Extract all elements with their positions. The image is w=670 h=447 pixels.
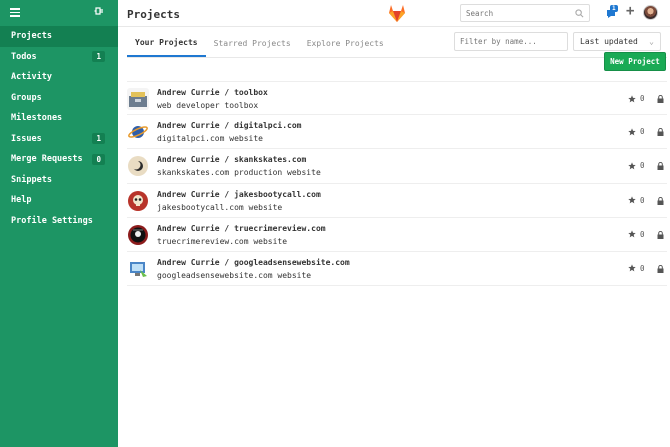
project-list: Andrew Currie / toolbox web developer too…	[127, 81, 667, 287]
star-icon	[628, 264, 636, 272]
project-row[interactable]: Andrew Currie / googleadsensewebsite.com…	[127, 252, 667, 287]
star-icon	[628, 230, 636, 238]
gitlab-logo-icon[interactable]	[386, 2, 408, 24]
sidebar-item-milestones[interactable]: Milestones	[0, 108, 118, 129]
sidebar-item-label: Issues	[11, 133, 42, 144]
project-name-link[interactable]: Andrew Currie / truecrimereview.com	[157, 224, 326, 233]
project-description: web developer toolbox	[157, 101, 259, 110]
sidebar-item-label: Help	[11, 195, 32, 206]
private-lock-icon	[657, 264, 664, 273]
pin-icon[interactable]	[94, 6, 104, 19]
plus-icon[interactable]: +	[626, 3, 634, 19]
chevron-down-icon: ⌄	[649, 37, 654, 46]
sidebar-item-todos[interactable]: Todos 1	[0, 47, 118, 68]
star-count: 0	[628, 94, 645, 103]
project-tabs: Your Projects Starred Projects Explore Pro…	[127, 30, 392, 58]
private-lock-icon	[657, 128, 664, 137]
star-count-value: 0	[640, 229, 645, 239]
star-count: 0	[628, 230, 645, 239]
star-count: 0	[628, 127, 645, 136]
skull-icon[interactable]	[127, 189, 149, 212]
project-description: jakesbootycall.com website	[157, 202, 283, 212]
detective-icon[interactable]	[127, 223, 149, 246]
sidebar-item-label: Activity	[11, 72, 52, 83]
sidebar-item-label: Todos	[11, 51, 37, 62]
sidebar-count-badge: 1	[92, 133, 105, 145]
search-input[interactable]	[466, 8, 566, 18]
search-box[interactable]	[460, 4, 590, 22]
tabs-divider	[127, 57, 667, 58]
project-name-link[interactable]: Andrew Currie / skankskates.com	[157, 155, 306, 164]
tab-starred-projects[interactable]: Starred Projects	[206, 30, 299, 57]
user-avatar[interactable]	[643, 5, 658, 20]
sidebar-item-groups[interactable]: Groups	[0, 88, 118, 109]
sidebar-item-projects[interactable]: Projects	[0, 26, 118, 47]
project-row[interactable]: Andrew Currie / toolbox web developer too…	[127, 81, 667, 116]
star-count: 0	[628, 161, 645, 170]
notification-count-badge: 1	[610, 5, 618, 12]
star-icon	[628, 196, 636, 204]
sidebar-item-issues[interactable]: Issues 1	[0, 129, 118, 150]
sidebar-nav: Projects Todos 1 Activity Groups Milestones Is…	[0, 26, 118, 231]
star-count-value: 0	[640, 263, 645, 273]
sidebar-item-activity[interactable]: Activity	[0, 67, 118, 88]
star-icon	[628, 162, 636, 170]
star-count-value: 0	[640, 127, 645, 137]
project-row[interactable]: Andrew Currie / digitalpci.com digitalpci…	[127, 115, 667, 150]
star-count-value: 0	[640, 94, 645, 103]
project-name-link[interactable]: Andrew Currie / jakesbootycall.com	[157, 190, 321, 199]
sidebar-item-label: Projects	[11, 31, 52, 42]
project-row[interactable]: Andrew Currie / skankskates.com skankskat…	[127, 149, 667, 184]
sidebar-item-label: Merge Requests	[11, 154, 83, 165]
project-description: digitalpci.com website	[157, 134, 263, 144]
project-name-link[interactable]: Andrew Currie / digitalpci.com	[157, 121, 302, 130]
project-row[interactable]: Andrew Currie / jakesbootycall.com jakesb…	[127, 184, 667, 218]
project-description: truecrimereview.com website	[157, 236, 288, 246]
page-title: Projects	[127, 8, 180, 21]
star-count-value: 0	[640, 161, 645, 171]
sidebar-item-label: Groups	[11, 92, 42, 103]
sidebar: Projects Todos 1 Activity Groups Milestones Is…	[0, 0, 118, 447]
project-description: skankskates.com production website	[157, 168, 321, 178]
sort-dropdown[interactable]: Last updated ⌄	[573, 32, 661, 51]
sidebar-top	[0, 0, 118, 26]
private-lock-icon	[657, 94, 664, 103]
star-count: 0	[628, 196, 645, 205]
toolbox-icon[interactable]	[127, 88, 149, 110]
tab-your-projects[interactable]: Your Projects	[127, 30, 206, 57]
star-icon	[628, 94, 636, 102]
sidebar-item-merge-requests[interactable]: Merge Requests 0	[0, 149, 118, 170]
sidebar-item-help[interactable]: Help	[0, 190, 118, 211]
project-name-link[interactable]: Andrew Currie / toolbox	[157, 88, 268, 97]
private-lock-icon	[657, 230, 664, 239]
sidebar-count-badge: 0	[92, 153, 105, 165]
planet-icon[interactable]	[127, 121, 149, 144]
monitor-icon[interactable]	[127, 257, 149, 280]
sidebar-item-label: Milestones	[11, 113, 63, 124]
star-icon	[628, 128, 636, 136]
search-icon	[575, 8, 584, 17]
project-description: googleadsensewebsite.com website	[157, 270, 312, 280]
sort-selected-label: Last updated	[580, 37, 638, 46]
project-name-link[interactable]: Andrew Currie / googleadsensewebsite.com	[157, 258, 350, 267]
moon-icon[interactable]	[127, 155, 149, 178]
tab-explore-projects[interactable]: Explore Projects	[299, 30, 392, 57]
filter-by-name-input[interactable]	[454, 32, 568, 51]
sidebar-count-badge: 1	[92, 51, 105, 63]
new-project-button[interactable]: New Project	[604, 52, 666, 71]
sidebar-item-label: Profile Settings	[11, 215, 93, 226]
star-count-value: 0	[640, 195, 645, 205]
private-lock-icon	[657, 162, 664, 171]
star-count: 0	[628, 264, 645, 273]
sidebar-item-label: Snippets	[11, 174, 52, 185]
private-lock-icon	[657, 196, 664, 205]
top-header: Projects 1 +	[118, 0, 670, 27]
sidebar-item-profile-settings[interactable]: Profile Settings	[0, 211, 118, 232]
hamburger-menu-icon[interactable]	[10, 8, 20, 17]
project-row[interactable]: Andrew Currie / truecrimereview.com truec…	[127, 218, 667, 252]
sidebar-item-snippets[interactable]: Snippets	[0, 170, 118, 191]
